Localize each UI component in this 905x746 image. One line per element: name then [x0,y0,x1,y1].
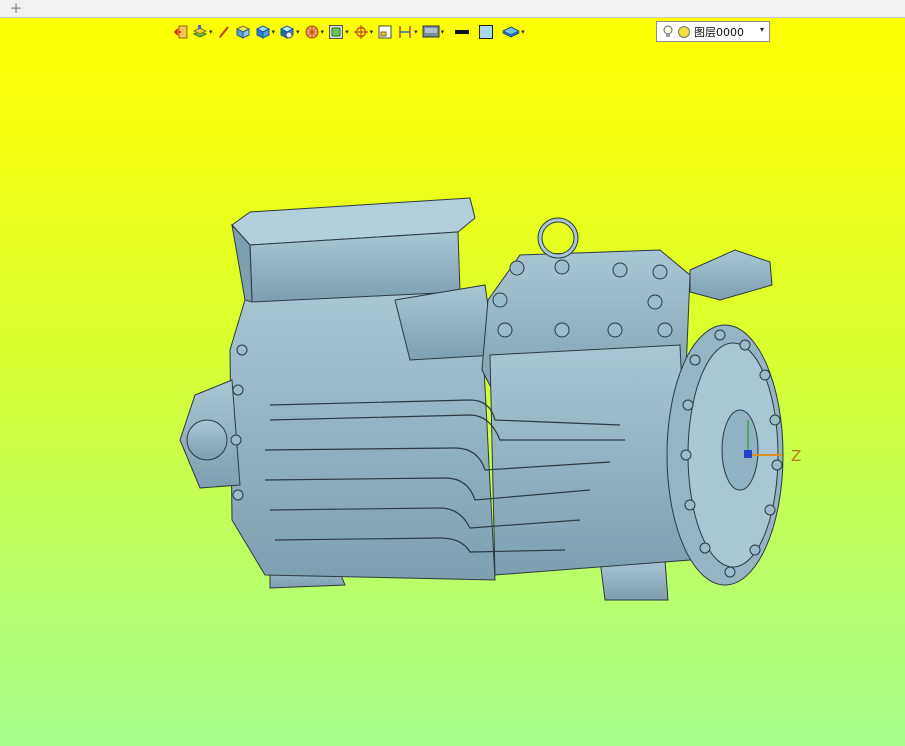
3d-viewport[interactable]: Z [0,46,905,746]
sphere-icon [305,25,319,39]
layers-icon [192,25,208,38]
layer-selector[interactable]: 图层0000 ▾ [656,21,770,42]
shaded-view-button[interactable]: ▾ [279,22,300,42]
view-toolbar: ▾ ▾ ▾ ▾ ▾ ▾ ▾ ▾ ▾ [174,21,529,43]
chevron-down-icon: ▾ [369,28,374,36]
chevron-down-icon: ▾ [414,28,418,36]
box-icon [235,25,250,39]
compressor-model [179,197,784,601]
color-swatch-icon [479,25,494,39]
layer-color-icon [678,25,690,38]
sphere-button[interactable]: ▾ [304,22,325,42]
brush-button[interactable] [217,22,231,42]
chevron-down-icon[interactable]: ▾ [760,25,764,34]
chevron-down-icon: ▾ [296,28,300,36]
target-icon [353,25,368,39]
chevron-down-icon: ▾ [209,28,213,36]
shaded-view-icon [279,25,295,39]
layer-stack-button[interactable]: ▾ [502,22,525,42]
layer-name: 图层0000 [694,25,744,39]
layer-stack-icon [502,26,521,38]
exit-icon [174,25,188,39]
chevron-down-icon: ▾ [440,28,445,36]
small-frame-button[interactable] [377,22,393,42]
axis-z-label: Z [791,447,802,465]
dimension-icon [399,26,411,38]
tab-bar: + [0,0,905,18]
solid-cube-button[interactable]: ▾ [255,22,276,42]
solid-cube-icon [255,25,270,39]
brush-icon [218,26,229,38]
chevron-down-icon: ▾ [271,28,276,36]
line-width-button[interactable] [454,22,470,42]
target-button[interactable]: ▾ [353,22,374,42]
exit-button[interactable] [174,22,188,42]
layers-button[interactable]: ▾ [192,22,213,42]
box-button[interactable] [235,22,251,42]
line-width-icon [455,30,470,34]
color-swatch-button[interactable] [478,22,494,42]
display-button[interactable]: ▾ [422,22,445,42]
chevron-down-icon: ▾ [345,28,349,36]
lightbulb-icon [663,25,673,37]
small-frame-icon [378,25,392,39]
frame-icon [329,25,344,39]
add-tab-button[interactable]: + [8,0,24,17]
dimension-button[interactable]: ▾ [397,22,418,42]
frame-button[interactable]: ▾ [328,22,349,42]
display-icon [422,25,440,38]
chevron-down-icon: ▾ [521,28,525,36]
chevron-down-icon: ▾ [320,28,325,36]
